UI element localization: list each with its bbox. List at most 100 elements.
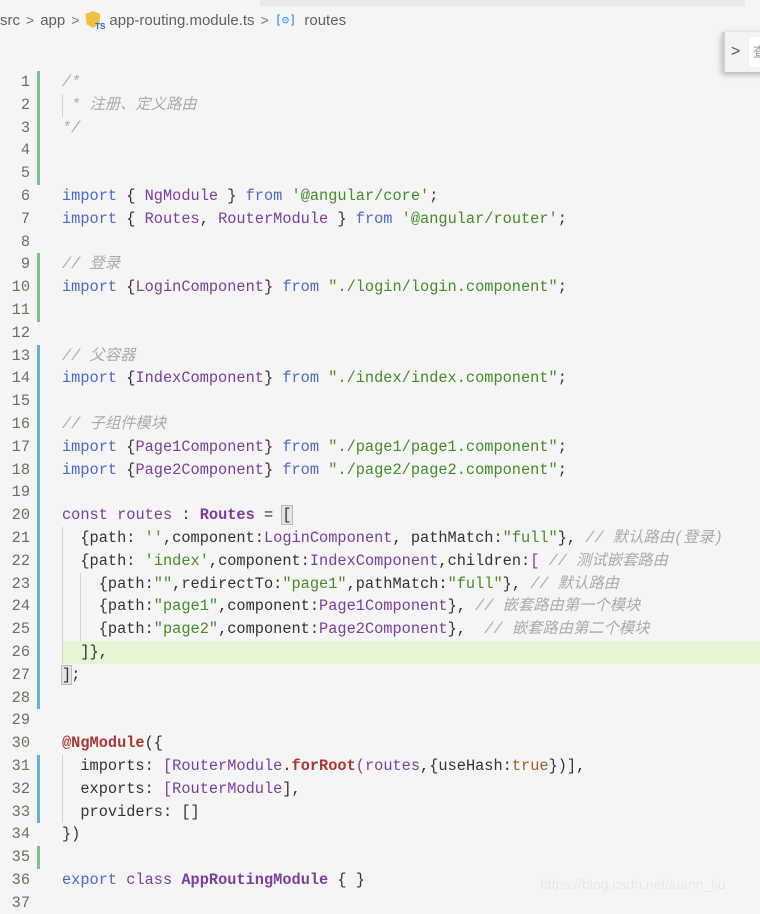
breadcrumb-symbol[interactable]: routes xyxy=(304,12,346,29)
token-t: { xyxy=(117,209,145,228)
code-line[interactable]: 18 import {Page2Component} from "./page2/… xyxy=(0,458,760,482)
token-v: Page1Component xyxy=(319,597,448,616)
git-modified-marker[interactable] xyxy=(37,777,40,801)
toggle-replace-button[interactable]: > xyxy=(731,43,740,61)
git-added-marker[interactable] xyxy=(37,276,40,299)
line-number: 22 xyxy=(11,551,30,570)
git-added-marker[interactable] xyxy=(37,846,40,869)
git-modified-marker[interactable] xyxy=(37,367,40,391)
line-number: 21 xyxy=(11,528,30,547)
indent-guide xyxy=(62,549,63,573)
git-added-marker[interactable] xyxy=(37,298,40,322)
token-v: Page2Component xyxy=(135,460,264,479)
git-added-marker[interactable] xyxy=(37,162,40,185)
breadcrumb-src[interactable]: src xyxy=(0,12,20,29)
code-line[interactable]: 31 imports: [RouterModule.forRoot(routes… xyxy=(0,754,760,778)
git-modified-marker[interactable] xyxy=(37,663,40,687)
code-line[interactable]: 6 import { NgModule } from '@angular/core… xyxy=(0,185,760,208)
code-line[interactable]: 5 xyxy=(0,162,760,185)
code-line[interactable]: 28 xyxy=(0,686,760,710)
code-line[interactable]: 26 ]}, xyxy=(0,640,760,664)
git-modified-marker[interactable] xyxy=(37,504,40,527)
code-line[interactable]: 37 xyxy=(0,892,760,914)
token-k: from xyxy=(282,460,320,479)
code-line[interactable]: 32 exports: [RouterModule], xyxy=(0,777,760,801)
code-line[interactable]: 2 * 注册、定义路由 xyxy=(0,93,760,117)
code-line[interactable]: 4 xyxy=(0,139,760,163)
code-line[interactable]: 15 xyxy=(0,390,760,413)
code-line[interactable]: 22 {path: 'index',component:IndexCompone… xyxy=(0,549,760,573)
line-number: 19 xyxy=(11,483,30,502)
chevron-right-icon: > xyxy=(26,12,35,28)
code-line[interactable]: 14 import {IndexComponent} from "./index/… xyxy=(0,367,760,391)
code-line[interactable]: 34}) xyxy=(0,823,760,846)
code-line[interactable]: 13 // 父容器 xyxy=(0,344,760,368)
code-line[interactable]: 16 // 子组件模块 xyxy=(0,412,760,436)
tab-strip xyxy=(260,0,745,6)
token-c: // 嵌套路由第一个模块 xyxy=(475,597,641,616)
git-modified-marker[interactable] xyxy=(37,526,40,550)
token-t: {path: xyxy=(62,528,145,547)
git-added-marker[interactable] xyxy=(37,116,40,140)
code-text: */ xyxy=(62,117,80,140)
git-modified-marker[interactable] xyxy=(37,458,40,482)
code-line[interactable]: 10 import {LoginComponent} from "./login/… xyxy=(0,276,760,299)
git-modified-marker[interactable] xyxy=(37,412,40,436)
git-modified-marker[interactable] xyxy=(37,572,40,596)
code-line[interactable]: 8 xyxy=(0,231,760,254)
code-line[interactable]: 17 import {Page1Component} from "./page1/… xyxy=(0,435,760,459)
code-line[interactable]: 27]; xyxy=(0,663,760,687)
code-line[interactable]: 33 providers: [] xyxy=(0,800,760,824)
code-text: import { NgModule } from '@angular/core'… xyxy=(62,185,438,208)
code-text: {path:"page1",component:Page1Component},… xyxy=(62,595,641,619)
git-modified-marker[interactable] xyxy=(37,549,40,573)
code-line[interactable]: 24 {path:"page1",component:Page1Componen… xyxy=(0,595,760,619)
code-line[interactable]: 20 const routes : Routes = [ xyxy=(0,504,760,527)
code-line[interactable]: 9 // 登录 xyxy=(0,253,760,277)
git-modified-marker[interactable] xyxy=(37,390,40,413)
git-modified-marker[interactable] xyxy=(37,640,40,664)
git-added-marker[interactable] xyxy=(37,139,40,163)
line-number: 31 xyxy=(11,756,30,775)
breadcrumb-app[interactable]: app xyxy=(40,12,65,29)
line-number: 8 xyxy=(20,232,30,251)
token-str: '@angular/core' xyxy=(291,186,430,205)
git-modified-marker[interactable] xyxy=(37,800,40,824)
git-added-marker[interactable] xyxy=(37,71,40,94)
code-text: // 登录 xyxy=(62,253,120,276)
code-text: ]}, xyxy=(62,640,760,664)
code-line[interactable]: 7 import { Routes, RouterModule } from '@… xyxy=(0,208,760,231)
git-modified-marker[interactable] xyxy=(37,435,40,459)
token-t: ,component: xyxy=(218,620,320,639)
git-modified-marker[interactable] xyxy=(37,595,40,619)
code-line[interactable]: 30 @NgModule({ xyxy=(0,732,760,755)
git-modified-marker[interactable] xyxy=(37,481,40,505)
code-line[interactable]: 29 xyxy=(0,709,760,732)
code-line[interactable]: 19 xyxy=(0,481,760,505)
git-modified-marker[interactable] xyxy=(37,754,40,778)
breadcrumb-file[interactable]: app-routing.module.ts xyxy=(109,12,254,29)
git-added-marker[interactable] xyxy=(37,93,40,117)
code-line[interactable]: 11 xyxy=(0,298,760,322)
token-k: export xyxy=(62,870,118,889)
code-line[interactable]: 35 xyxy=(0,846,760,869)
token-cls: Routes xyxy=(199,506,255,525)
indent-guide xyxy=(80,595,82,619)
code-line[interactable]: 1 /* xyxy=(0,71,760,94)
code-line[interactable]: 25 {path:"page2",component:Page2Componen… xyxy=(0,618,760,641)
token-str: "page2" xyxy=(153,620,219,639)
git-added-marker[interactable] xyxy=(37,253,40,277)
code-editor[interactable]: 1/* 2 * 注册、定义路由 3 */4 5 6 import { NgModule } … xyxy=(0,71,760,914)
code-line[interactable]: 21 {path: '',component:LoginComponent, p… xyxy=(0,526,760,550)
find-input[interactable]: 查 xyxy=(749,37,760,67)
git-modified-marker[interactable] xyxy=(37,618,40,641)
git-modified-marker[interactable] xyxy=(37,686,40,710)
token-t: } xyxy=(328,209,356,228)
code-line[interactable]: 12 xyxy=(0,322,760,345)
indent-guide xyxy=(62,618,63,641)
indent-guide xyxy=(62,754,63,778)
code-line[interactable]: 23 {path:"",redirectTo:"page1",pathMatch… xyxy=(0,572,760,596)
git-modified-marker[interactable] xyxy=(37,344,40,368)
line-number: 5 xyxy=(20,164,30,183)
code-line[interactable]: 3 */ xyxy=(0,116,760,140)
